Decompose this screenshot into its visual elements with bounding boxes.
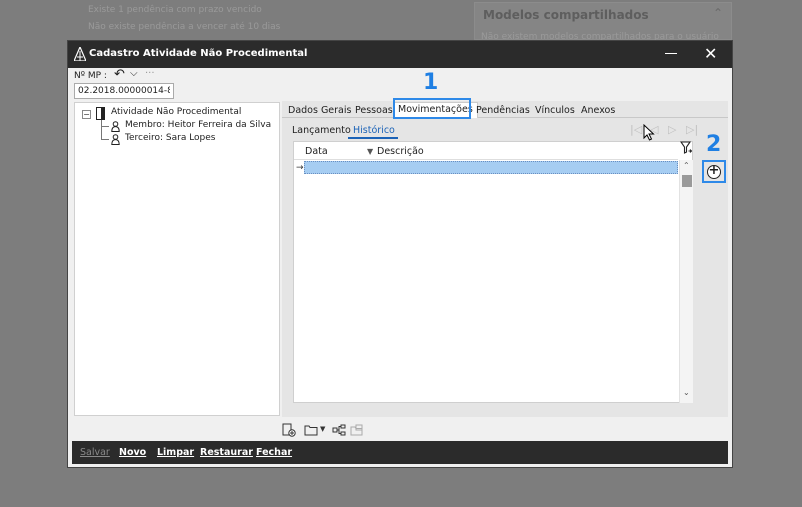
clear-button[interactable]: Limpar xyxy=(157,447,194,458)
caret-down-icon[interactable]: ▼ xyxy=(320,425,325,433)
scroll-down-icon[interactable]: ⌄ xyxy=(683,388,690,397)
bg-pending-upcoming: Não existe pendência a vencer até 10 dia… xyxy=(88,22,281,32)
tree-item-membro[interactable]: Membro: Heitor Ferreira da Silva xyxy=(125,120,271,130)
more-icon[interactable]: ··· xyxy=(145,68,155,79)
close-button[interactable]: ✕ xyxy=(704,44,717,64)
tree-root-item[interactable]: Atividade Não Procedimental xyxy=(111,107,241,117)
annotation-number-1: 1 xyxy=(423,70,439,95)
tab-dados-gerais[interactable]: Dados Gerais xyxy=(288,105,351,116)
dialog-titlebar[interactable]: Cadastro Atividade Não Procedimental ✕ xyxy=(68,41,732,68)
hierarchy-icon[interactable] xyxy=(332,424,346,436)
tree-expander-icon[interactable]: − xyxy=(82,110,91,119)
folder-icon[interactable] xyxy=(304,424,318,436)
close-dialog-button[interactable]: Fechar xyxy=(256,447,292,458)
mouse-cursor-icon xyxy=(643,124,655,141)
person-icon xyxy=(111,121,120,132)
annotation-box-2 xyxy=(702,160,726,183)
copy-folder-icon xyxy=(350,424,363,436)
save-button[interactable]: Salvar xyxy=(80,447,110,458)
history-grid: Data ▼ Descrição → ⌃ ⌄ xyxy=(293,141,693,403)
chevron-down-icon[interactable]: ⌵ xyxy=(130,68,138,79)
bg-card-title: Modelos compartilhados xyxy=(483,8,649,22)
tree-item-terceiro[interactable]: Terceiro: Sara Lopes xyxy=(125,133,216,143)
filter-icon[interactable] xyxy=(680,141,692,155)
annotation-number-2: 2 xyxy=(706,132,722,157)
col-header-descricao[interactable]: Descrição xyxy=(377,146,424,157)
tab-panel: Dados Gerais Pessoas Movimentações Pendê… xyxy=(282,101,728,417)
current-row-icon: → xyxy=(296,163,304,173)
subtab-lancamento[interactable]: Lançamento xyxy=(292,125,351,136)
table-row[interactable] xyxy=(304,161,678,174)
chevron-up-icon: ⌃ xyxy=(712,6,723,20)
sort-desc-icon: ▼ xyxy=(367,147,374,156)
tab-pendencias[interactable]: Pendências xyxy=(476,105,530,116)
action-bar: Salvar Novo Limpar Restaurar Fechar xyxy=(72,441,728,464)
new-button[interactable]: Novo xyxy=(119,447,146,458)
attach-document-icon[interactable] xyxy=(282,423,296,437)
scroll-thumb[interactable] xyxy=(682,175,692,187)
mp-label: Nº MP : xyxy=(74,71,107,81)
bg-shared-models-card: Modelos compartilhados ⌃ Não existem mod… xyxy=(474,2,732,42)
first-page-icon[interactable]: |◁ xyxy=(630,123,642,136)
undo-icon[interactable]: ↶ xyxy=(114,67,125,82)
restore-button[interactable]: Restaurar xyxy=(200,447,253,458)
tab-vinculos[interactable]: Vínculos xyxy=(535,105,575,116)
subtab-historico[interactable]: Histórico xyxy=(353,125,395,136)
vertical-scrollbar[interactable]: ⌃ ⌄ xyxy=(679,160,693,403)
scroll-up-icon[interactable]: ⌃ xyxy=(683,161,690,170)
minimize-button[interactable] xyxy=(665,53,677,54)
bottom-icon-toolbar: ▼ xyxy=(282,421,382,439)
activity-tree: − Atividade Não Procedimental Membro: He… xyxy=(74,102,280,416)
next-page-icon[interactable]: ▷ xyxy=(668,123,676,136)
col-header-data[interactable]: Data xyxy=(305,146,328,157)
annotation-box-1 xyxy=(393,98,471,119)
tab-anexos[interactable]: Anexos xyxy=(581,105,615,116)
tab-pessoas[interactable]: Pessoas xyxy=(355,105,393,116)
document-icon xyxy=(96,107,105,120)
dialog-title: Cadastro Atividade Não Procedimental xyxy=(89,48,308,59)
mp-number-input[interactable] xyxy=(74,83,174,99)
last-page-icon[interactable]: ▷| xyxy=(686,123,698,136)
app-logo-icon xyxy=(74,47,86,61)
person-icon xyxy=(111,134,120,145)
bg-pending-overdue: Existe 1 pendência com prazo vencido xyxy=(88,5,262,15)
